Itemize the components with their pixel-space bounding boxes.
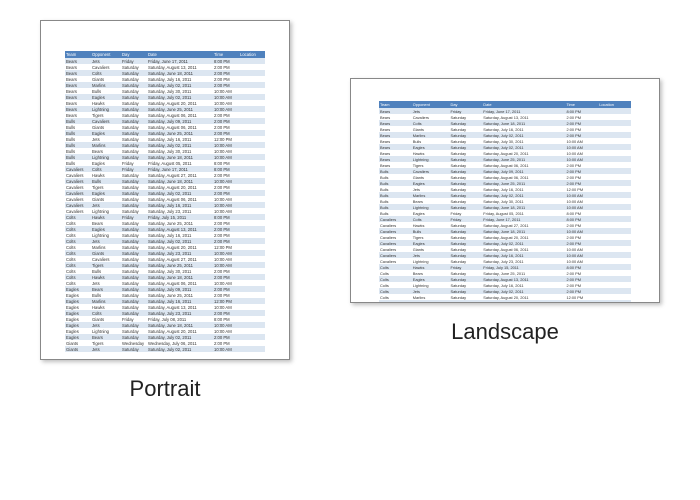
column-header: Time	[213, 51, 239, 58]
column-header: Date	[482, 101, 565, 108]
column-header: Opponent	[412, 101, 450, 108]
table-cell: Saturday, July 23, 2011	[482, 300, 565, 303]
column-header: Time	[565, 101, 598, 108]
portrait-page-thumbnail: TeamOpponentDayDateTimeLocation BearsJet…	[40, 20, 290, 360]
schedule-table-landscape: TeamOpponentDayDateTimeLocation BearsJet…	[379, 101, 631, 303]
table-cell: Saturday, July 02, 2011	[147, 346, 213, 352]
portrait-column: TeamOpponentDayDateTimeLocation BearsJet…	[40, 20, 290, 402]
column-header: Day	[121, 51, 147, 58]
table-cell	[598, 300, 631, 303]
caption-portrait: Portrait	[130, 376, 201, 402]
table-cell: 10:00 AM	[565, 300, 598, 303]
table-cell: 10:00 AM	[213, 346, 239, 352]
column-header: Location	[598, 101, 631, 108]
table-cell: Giants	[65, 346, 91, 352]
table-cell: Colts	[379, 300, 412, 303]
landscape-column: TeamOpponentDayDateTimeLocation BearsJet…	[350, 20, 660, 345]
column-header: Location	[239, 51, 265, 58]
table-cell	[239, 346, 265, 352]
table-row: ColtsGiantsSaturdaySaturday, July 23, 20…	[379, 300, 631, 303]
table-header: TeamOpponentDayDateTimeLocation	[65, 51, 265, 58]
column-header: Team	[379, 101, 412, 108]
table-cell: Jets	[91, 346, 121, 352]
table-cell: Giants	[412, 300, 450, 303]
column-header: Team	[65, 51, 91, 58]
column-header: Date	[147, 51, 213, 58]
table-row: GiantsJetsSaturdaySaturday, July 02, 201…	[65, 346, 265, 352]
table-cell: Saturday	[121, 346, 147, 352]
column-header: Day	[450, 101, 483, 108]
schedule-table-portrait: TeamOpponentDayDateTimeLocation BearsJet…	[65, 51, 265, 352]
landscape-page-thumbnail: TeamOpponentDayDateTimeLocation BearsJet…	[350, 78, 660, 303]
table-header: TeamOpponentDayDateTimeLocation	[379, 101, 631, 108]
table-cell: Saturday	[450, 300, 483, 303]
column-header: Opponent	[91, 51, 121, 58]
caption-landscape: Landscape	[451, 319, 559, 345]
table-cell: Wednesday	[121, 340, 147, 346]
